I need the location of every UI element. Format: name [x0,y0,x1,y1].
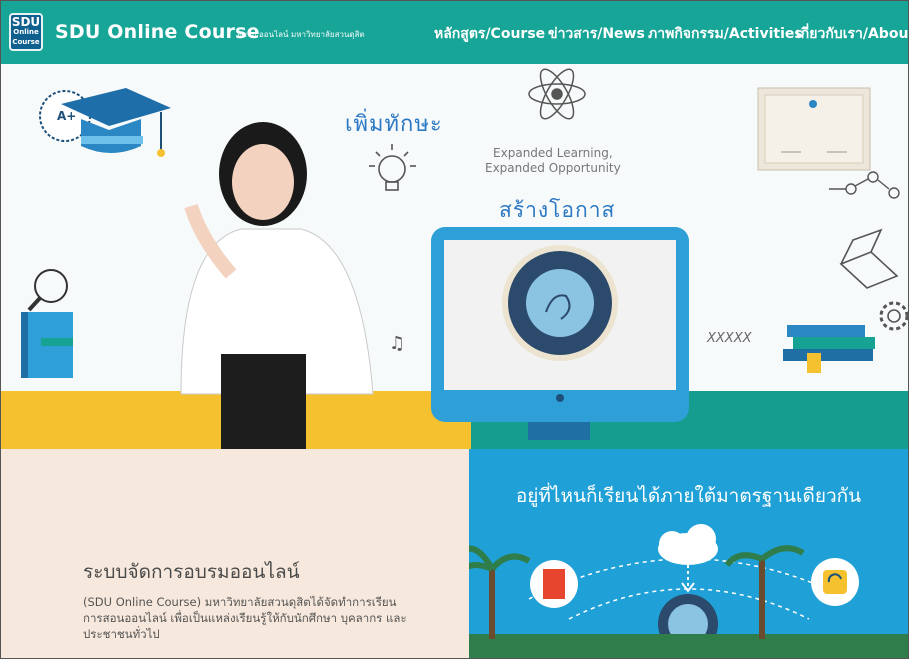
gear-icon [879,301,908,331]
certificate-icon [757,87,871,171]
nav-news[interactable]: ข่าวสาร/News [548,23,645,45]
hero-tagline-line1: Expanded Learning, [493,146,613,160]
nav-about-us[interactable]: เกี่ยวกับเรา/About Us [796,23,908,45]
logo-text-course: Course [12,38,40,46]
document-icon [530,560,578,608]
site-subtitle: อบรม ออนไลน์ มหาวิทยาลัยสวนดุสิต [237,30,365,39]
university-seal-icon [502,245,618,361]
hero-banner[interactable]: ♫ XXXXX เพิ่มทักษะ Expanded Learning, Ex… [1,64,908,449]
page-frame: SDU Online Course SDU Online Course อบรม… [0,0,909,659]
music-note-icon: ♫ [389,333,405,354]
hero-headline: เพิ่มทักษะ [345,112,443,137]
info-title: ระบบจัดการอบรมออนไลน์ [83,561,300,583]
network-icon [829,171,900,199]
site-title[interactable]: SDU Online Course [55,21,260,43]
cloud-download-icon [658,524,718,593]
sdu-logo[interactable]: SDU Online Course [9,13,43,51]
top-nav: SDU Online Course SDU Online Course อบรม… [1,1,908,64]
magnifier-icon [27,269,68,312]
campus-illustration [469,524,908,658]
grade-badge-text: A+ [57,109,77,123]
nav-activities[interactable]: ภาพกิจกรรม/Activities [648,23,803,45]
sync-icon [811,558,859,606]
open-book-icon [839,228,899,289]
hero-tagline-en: Expanded Learning, Expanded Opportunity [485,146,621,176]
nav-course[interactable]: หลักสูตร/Course [434,23,545,45]
book-icon [21,312,73,378]
hero-tagline-line2: Expanded Opportunity [485,161,621,175]
book-stack-icon [783,325,875,373]
info-body: (SDU Online Course) มหาวิทยาลัยสวนดุสิตไ… [83,595,407,641]
info-panel: ระบบจัดการอบรมออนไลน์ (SDU Online Course… [1,449,469,658]
student-photo [180,122,374,449]
atom-icon [528,68,586,120]
hero-illustration: ♫ XXXXX [21,68,908,449]
lightbulb-icon [369,144,416,191]
logo-text-sdu: SDU [11,15,41,29]
logo-text-online: Online [13,28,39,36]
dna-icon: XXXXX [706,331,753,346]
campus-panel[interactable]: อยู่ที่ไหนก็เรียนได้ภายใต้มาตรฐานเดียวกั… [469,449,908,658]
hero-subheadline: สร้างโอกาส [499,198,616,222]
